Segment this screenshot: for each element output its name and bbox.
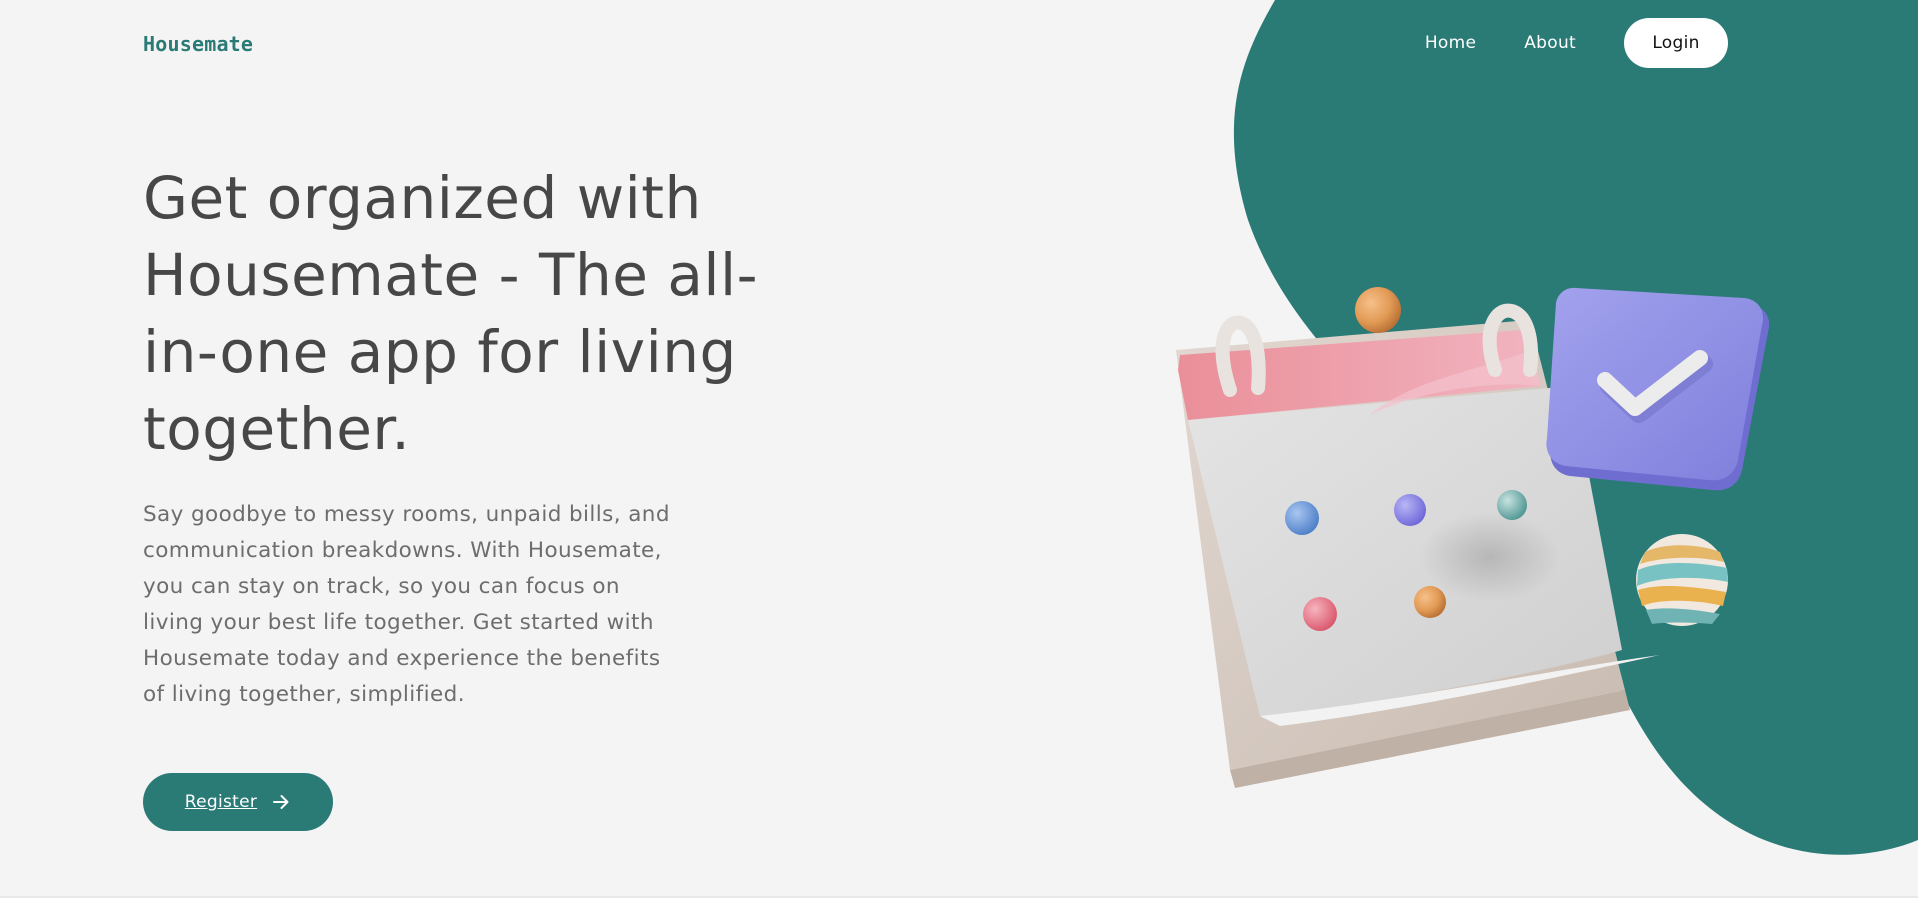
striped-sphere-icon bbox=[1636, 534, 1728, 626]
nav-about-link[interactable]: About bbox=[1524, 33, 1576, 53]
checkmark-badge-icon bbox=[1546, 287, 1770, 491]
hero-illustration bbox=[1176, 287, 1770, 788]
main-nav: Home About Login bbox=[1425, 18, 1728, 68]
nav-home-link[interactable]: Home bbox=[1425, 33, 1476, 53]
login-button[interactable]: Login bbox=[1624, 18, 1728, 68]
hero-title: Get organized with Housemate - The all-i… bbox=[143, 164, 759, 463]
brand-logo[interactable]: Housemate bbox=[143, 32, 253, 56]
register-label: Register bbox=[184, 792, 258, 812]
orange-sphere-icon bbox=[1355, 287, 1401, 333]
arrow-right-icon bbox=[273, 795, 289, 809]
landing-page: Housemate Home About Login Get organized… bbox=[0, 0, 1918, 898]
register-button[interactable]: Register bbox=[143, 773, 333, 831]
hero-description: Say goodbye to messy rooms, unpaid bills… bbox=[143, 502, 670, 707]
